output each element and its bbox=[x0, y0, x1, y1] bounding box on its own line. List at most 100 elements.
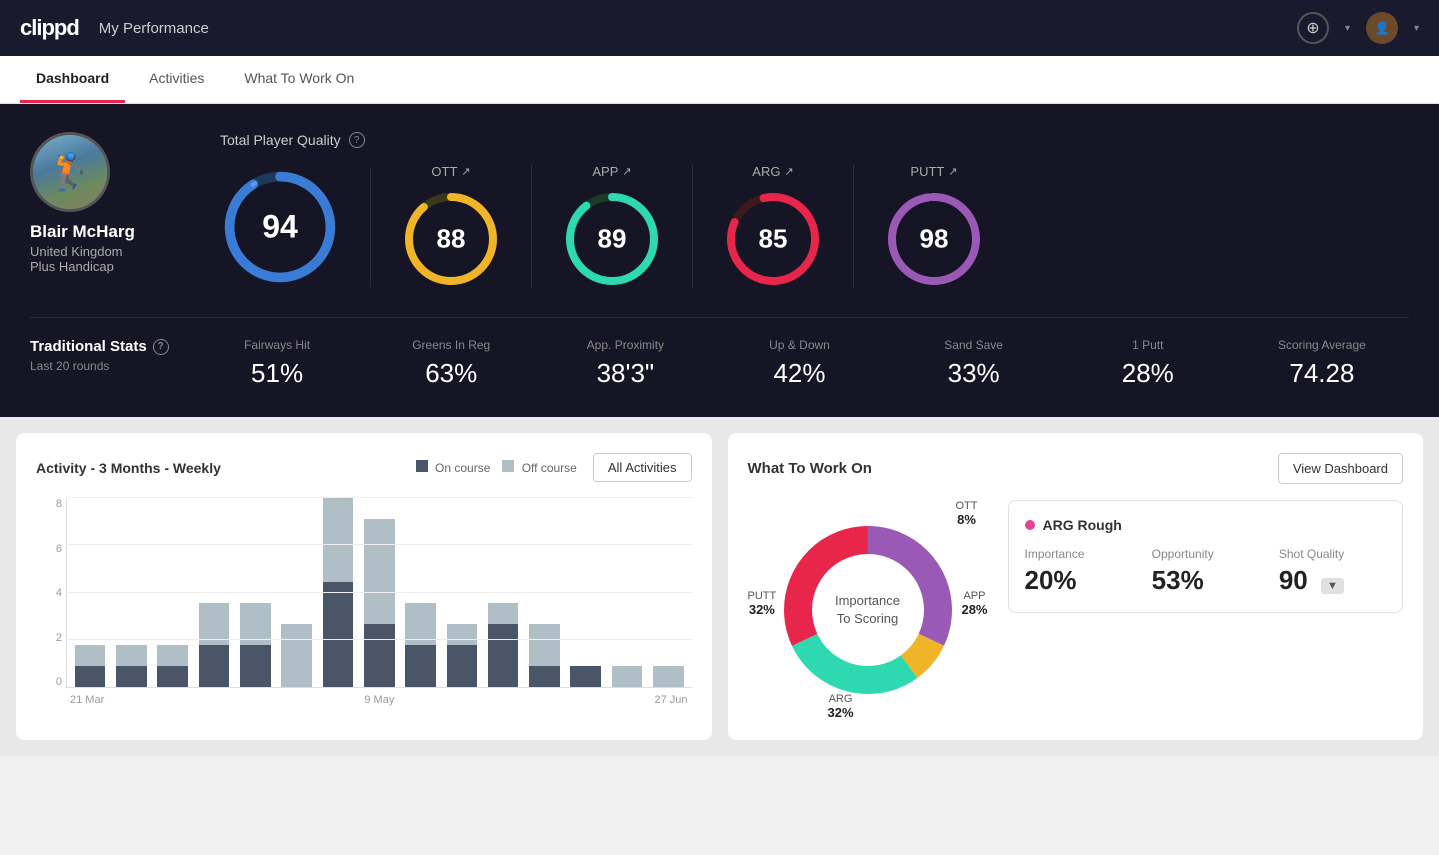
bar-chart bbox=[66, 498, 692, 688]
bar-group bbox=[608, 498, 646, 687]
stat-fairways-hit-label: Fairways Hit bbox=[190, 338, 364, 352]
grid-line-4 bbox=[67, 592, 692, 593]
stat-sand-value: 33% bbox=[887, 358, 1061, 389]
stat-app-proximity: App. Proximity 38'3" bbox=[538, 338, 712, 389]
quality-section: Total Player Quality ? 94 bbox=[220, 132, 1409, 289]
trad-stats-sub: Last 20 rounds bbox=[30, 359, 190, 373]
player-name: Blair McHarg bbox=[30, 222, 190, 242]
stat-app-prox-label: App. Proximity bbox=[538, 338, 712, 352]
player-avatar-image bbox=[33, 135, 107, 209]
wtwon-header: What To Work On View Dashboard bbox=[748, 453, 1404, 484]
grid-line-6 bbox=[67, 544, 692, 545]
putt-arrow: ↗ bbox=[948, 165, 957, 178]
total-quality-ring: 94 bbox=[220, 167, 340, 287]
x-label-1: 21 Mar bbox=[70, 694, 104, 706]
arg-score-value: 85 bbox=[759, 224, 788, 255]
logo-text: clippd bbox=[20, 15, 79, 40]
arg-rough-dot bbox=[1025, 520, 1035, 530]
avatar[interactable]: 👤 bbox=[1366, 12, 1398, 44]
bar-on-course bbox=[240, 645, 271, 687]
bar-on-course bbox=[116, 666, 147, 687]
bar-on-course bbox=[488, 624, 519, 687]
x-label-2: 9 May bbox=[364, 694, 394, 706]
bar-on-course bbox=[75, 666, 106, 687]
app-score-value: 89 bbox=[598, 224, 627, 255]
stat-updown-label: Up & Down bbox=[712, 338, 886, 352]
stats-grid: Fairways Hit 51% Greens In Reg 63% App. … bbox=[190, 338, 1409, 389]
legend-on-course: On course bbox=[416, 460, 491, 475]
traditional-stats: Traditional Stats ? Last 20 rounds Fairw… bbox=[30, 317, 1409, 389]
stat-1-putt: 1 Putt 28% bbox=[1061, 338, 1235, 389]
legend-off-course: Off course bbox=[502, 460, 576, 475]
bar-group bbox=[484, 498, 522, 687]
stat-scoring-avg: Scoring Average 74.28 bbox=[1235, 338, 1409, 389]
putt-score-value: 98 bbox=[920, 224, 949, 255]
stat-app-prox-value: 38'3" bbox=[538, 358, 712, 389]
tab-what-to-work-on[interactable]: What To Work On bbox=[228, 56, 370, 103]
nav-right: ⊕ ▾ 👤 ▾ bbox=[1297, 12, 1419, 44]
bar-group bbox=[195, 498, 233, 687]
quality-label: Total Player Quality bbox=[220, 132, 341, 148]
wtwon-content: Importance To Scoring OTT 8% APP 28% ARG bbox=[748, 500, 1404, 720]
arg-metrics: Importance 20% Opportunity 53% Shot Qual… bbox=[1025, 547, 1387, 596]
stat-1putt-value: 28% bbox=[1061, 358, 1235, 389]
bars-container bbox=[71, 498, 688, 687]
putt-score-card: PUTT ↗ 98 bbox=[854, 164, 1014, 289]
stat-fairways-hit: Fairways Hit 51% bbox=[190, 338, 364, 389]
app-arrow: ↗ bbox=[622, 165, 631, 178]
stat-scoring-label: Scoring Average bbox=[1235, 338, 1409, 352]
view-dashboard-button[interactable]: View Dashboard bbox=[1278, 453, 1403, 484]
quality-help-icon[interactable]: ? bbox=[349, 132, 365, 148]
grid-line-8 bbox=[67, 497, 692, 498]
ott-label: OTT ↗ bbox=[431, 164, 470, 179]
tab-activities[interactable]: Activities bbox=[133, 56, 220, 103]
donut-label-putt: PUTT 32% bbox=[748, 590, 777, 617]
bar-off-course bbox=[488, 603, 519, 624]
add-button[interactable]: ⊕ bbox=[1297, 12, 1329, 44]
bar-on-course bbox=[405, 645, 436, 687]
quality-header: Total Player Quality ? bbox=[220, 132, 1409, 148]
bar-group bbox=[401, 498, 439, 687]
putt-ring: 98 bbox=[884, 189, 984, 289]
trad-stats-title: Traditional Stats ? bbox=[30, 338, 190, 355]
bar-off-course bbox=[75, 645, 106, 666]
stat-1putt-label: 1 Putt bbox=[1061, 338, 1235, 352]
tab-dashboard[interactable]: Dashboard bbox=[20, 56, 125, 103]
main-score-card: 94 bbox=[220, 167, 371, 287]
player-avatar bbox=[30, 132, 110, 212]
arg-label: ARG ↗ bbox=[752, 164, 793, 179]
ott-score-value: 88 bbox=[437, 224, 466, 255]
legend-on-course-dot bbox=[416, 460, 428, 472]
bar-on-course bbox=[199, 645, 230, 687]
avatar-chevron: ▾ bbox=[1414, 23, 1419, 34]
player-country: United Kingdom bbox=[30, 244, 190, 259]
trad-stats-help-icon[interactable]: ? bbox=[153, 339, 169, 355]
arg-score-card: ARG ↗ 85 bbox=[693, 164, 854, 289]
ott-score-card: OTT ↗ 88 bbox=[371, 164, 532, 289]
nav-title: My Performance bbox=[99, 20, 209, 37]
stat-greens-in-reg: Greens In Reg 63% bbox=[364, 338, 538, 389]
logo: clippd bbox=[20, 15, 79, 41]
stat-sand-save: Sand Save 33% bbox=[887, 338, 1061, 389]
chart-controls: On course Off course All Activities bbox=[416, 453, 692, 482]
donut-label-ott: OTT 8% bbox=[956, 500, 978, 527]
activity-panel: Activity - 3 Months - Weekly On course O… bbox=[16, 433, 712, 740]
player-section: Blair McHarg United Kingdom Plus Handica… bbox=[30, 132, 1409, 289]
top-nav: clippd My Performance ⊕ ▾ 👤 ▾ bbox=[0, 0, 1439, 56]
shot-quality-value: 90 ▼ bbox=[1279, 565, 1386, 596]
all-activities-button[interactable]: All Activities bbox=[593, 453, 692, 482]
tabs-bar: Dashboard Activities What To Work On bbox=[0, 56, 1439, 104]
metric-opportunity: Opportunity 53% bbox=[1152, 547, 1259, 596]
bar-off-course bbox=[323, 498, 354, 582]
chart-header: Activity - 3 Months - Weekly On course O… bbox=[36, 453, 692, 482]
bar-group bbox=[236, 498, 274, 687]
chart-area: 8 6 4 2 0 21 Mar 9 May 27 Jun bbox=[36, 498, 692, 706]
donut-chart-wrapper: Importance To Scoring OTT 8% APP 28% ARG bbox=[748, 500, 988, 720]
shot-quality-badge: ▼ bbox=[1321, 578, 1344, 594]
bar-off-course bbox=[364, 519, 395, 624]
stat-fairways-hit-value: 51% bbox=[190, 358, 364, 389]
stat-scoring-value: 74.28 bbox=[1235, 358, 1409, 389]
bar-off-course bbox=[653, 666, 684, 687]
arg-arrow: ↗ bbox=[784, 165, 793, 178]
bar-on-course bbox=[447, 645, 478, 687]
